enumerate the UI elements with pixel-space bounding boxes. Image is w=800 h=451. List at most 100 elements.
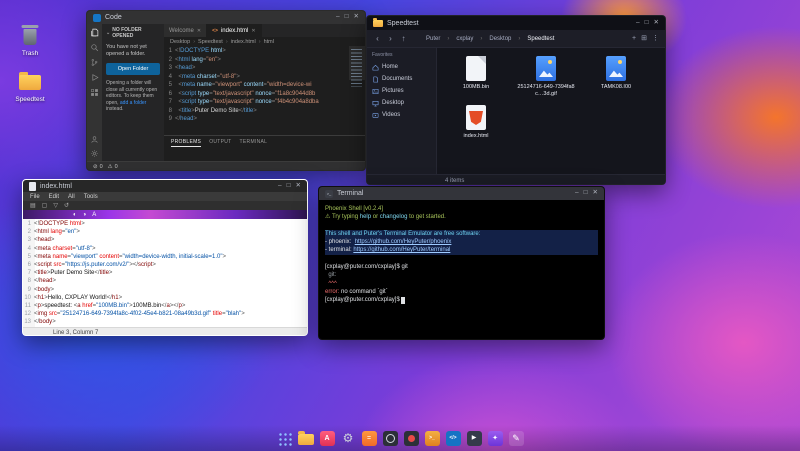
editor-titlebar[interactable]: index.html –□✕	[23, 180, 307, 192]
desktop-icon-speedtest[interactable]: Speedtest	[3, 70, 57, 103]
terminal-titlebar[interactable]: Terminal –□✕	[319, 187, 604, 200]
desktop-icon-trash[interactable]: Trash	[3, 24, 57, 57]
extensions-icon[interactable]	[90, 88, 99, 97]
pen-icon[interactable]: ✎	[509, 431, 524, 446]
warnings-status[interactable]: ⚠0	[108, 164, 118, 170]
breadcrumb-item[interactable]: html	[264, 39, 274, 45]
forward-icon[interactable]: ›	[386, 35, 395, 43]
sidebar-item-home[interactable]: Home	[372, 61, 431, 73]
line-number: 5	[164, 81, 175, 90]
file-grid[interactable]: 100MB.bin 25124716-649-7394fa8c…3d.gif TAM…	[437, 48, 665, 174]
panel-tab-terminal[interactable]: TERMINAL	[240, 139, 268, 147]
undo-icon[interactable]: ↺	[64, 203, 69, 209]
font-size-icon[interactable]: A	[92, 212, 96, 218]
contrast-icon[interactable]: ◐	[73, 212, 77, 218]
maximize-button[interactable]: □	[345, 14, 349, 21]
sidebar-item-label: Videos	[382, 112, 400, 118]
breadcrumb-separator: ›	[447, 36, 449, 42]
close-button[interactable]: ✕	[296, 183, 301, 190]
explorer-section-header[interactable]: ⌄ NO FOLDER OPENED	[106, 27, 160, 39]
terminal-output[interactable]: Phoenix Shell [v0.2.4]⚠ Try typing help …	[319, 200, 604, 310]
file-item[interactable]: 25124716-649-7394fa8c…3d.gif	[517, 56, 575, 97]
source-control-icon[interactable]	[90, 58, 99, 67]
menu-edit[interactable]: Edit	[49, 194, 59, 200]
files-app-icon[interactable]	[298, 434, 314, 445]
favorites-list: HomeDocumentsPicturesDesktop Videos	[372, 61, 431, 121]
calculator-icon[interactable]: =	[362, 431, 377, 446]
code-text: <!DOCTYPE html>	[34, 220, 85, 228]
explorer-icon[interactable]	[90, 28, 99, 37]
panel-tab-problems[interactable]: PROBLEMS	[171, 139, 201, 147]
sidebar-item-desktop[interactable]: Desktop	[372, 97, 431, 109]
menu-tools[interactable]: Tools	[84, 194, 98, 200]
terminal-app-icon[interactable]: >_	[425, 431, 440, 446]
sidebar-item-pictures[interactable]: Pictures	[372, 85, 431, 97]
breadcrumb-item[interactable]: Puter	[426, 36, 440, 42]
open-folder-button[interactable]: Open Folder	[106, 63, 160, 75]
breadcrumb-item[interactable]: Desktop	[489, 36, 511, 42]
minimize-button[interactable]: –	[636, 20, 640, 27]
save-icon[interactable]: ▽	[53, 203, 58, 209]
app-center-icon[interactable]: A	[320, 431, 335, 446]
minimap[interactable]	[349, 46, 365, 135]
sidebar-item-documents[interactable]: Documents	[372, 73, 431, 85]
editor-code-area[interactable]: 1<!DOCTYPE html>2<html lang="en">3<head>…	[23, 219, 307, 327]
minimize-button[interactable]: –	[336, 14, 340, 21]
launcher-grid-icon[interactable]	[277, 431, 292, 446]
line-number: 10	[23, 294, 34, 302]
run-debug-icon[interactable]	[90, 73, 99, 82]
close-button[interactable]: ✕	[654, 20, 659, 27]
up-icon[interactable]: ↑	[399, 35, 408, 43]
new-file-icon[interactable]: ▤	[30, 203, 36, 209]
line-number: 3	[23, 236, 34, 244]
file-item[interactable]: index.html	[447, 105, 505, 140]
code-app-icon[interactable]: </>	[446, 431, 461, 446]
back-icon[interactable]: ‹	[373, 35, 382, 43]
editor-tab-welcome[interactable]: Welcome✕	[164, 24, 207, 37]
vscode-code-editor[interactable]: 1<!DOCTYPE html>2<html lang="en">3<head>…	[164, 46, 349, 135]
open-file-icon[interactable]: ▢	[42, 203, 48, 209]
settings-icon[interactable]: ⚙	[341, 431, 356, 446]
sidebar-item-videos[interactable]: Videos	[372, 109, 431, 121]
files-titlebar[interactable]: Speedtest –□✕	[367, 16, 665, 30]
close-button[interactable]: ✕	[593, 190, 598, 197]
minimize-button[interactable]: –	[575, 190, 579, 197]
player-app-icon[interactable]: ▶	[467, 431, 482, 446]
panel-tab-output[interactable]: OUTPUT	[209, 139, 231, 147]
draw-app-icon[interactable]: ✦	[488, 431, 503, 446]
close-button[interactable]: ✕	[354, 14, 359, 21]
code-text: <script src="https://js.puter.com/v2/"><…	[34, 261, 156, 269]
recorder-icon[interactable]	[404, 431, 419, 446]
problems-status[interactable]: ⊘0	[93, 164, 103, 170]
close-tab-icon[interactable]: ✕	[251, 28, 255, 34]
layout-icon[interactable]: ⊞	[641, 35, 647, 42]
camera-icon[interactable]	[383, 431, 398, 446]
code-text: </head>	[34, 277, 56, 285]
file-item[interactable]: 100MB.bin	[447, 56, 505, 97]
breadcrumb-item[interactable]: index.html	[231, 39, 256, 45]
add-folder-link[interactable]: add a folder	[120, 100, 146, 106]
new-folder-icon[interactable]: +	[632, 35, 636, 42]
minimize-button[interactable]: –	[278, 183, 282, 190]
menu-file[interactable]: File	[30, 194, 40, 200]
code-text: <h1>Hello, CXPLAY World!</h1>	[34, 294, 122, 302]
editor-tab-index.html[interactable]: <>index.html✕	[207, 24, 261, 37]
breadcrumb-item[interactable]: Desktop	[170, 39, 190, 45]
home-icon	[372, 64, 379, 71]
color-icon[interactable]: ◑	[83, 212, 87, 218]
maximize-button[interactable]: □	[645, 20, 649, 27]
breadcrumb-item[interactable]: Speedtest	[198, 39, 223, 45]
menu-all[interactable]: All	[68, 194, 75, 200]
account-icon[interactable]	[90, 135, 99, 144]
breadcrumb-item[interactable]: Speedtest	[527, 36, 554, 42]
search-icon[interactable]	[90, 43, 99, 52]
more-icon[interactable]: ⋮	[652, 35, 659, 42]
note-suffix: instead.	[106, 106, 124, 112]
close-tab-icon[interactable]: ✕	[197, 28, 201, 34]
file-item[interactable]: TAMK08.I00	[587, 56, 645, 97]
maximize-button[interactable]: □	[287, 183, 291, 190]
maximize-button[interactable]: □	[584, 190, 588, 197]
breadcrumb-item[interactable]: cxplay	[456, 36, 473, 42]
vscode-titlebar[interactable]: Code –□✕	[87, 11, 365, 24]
manage-gear-icon[interactable]	[90, 149, 99, 158]
